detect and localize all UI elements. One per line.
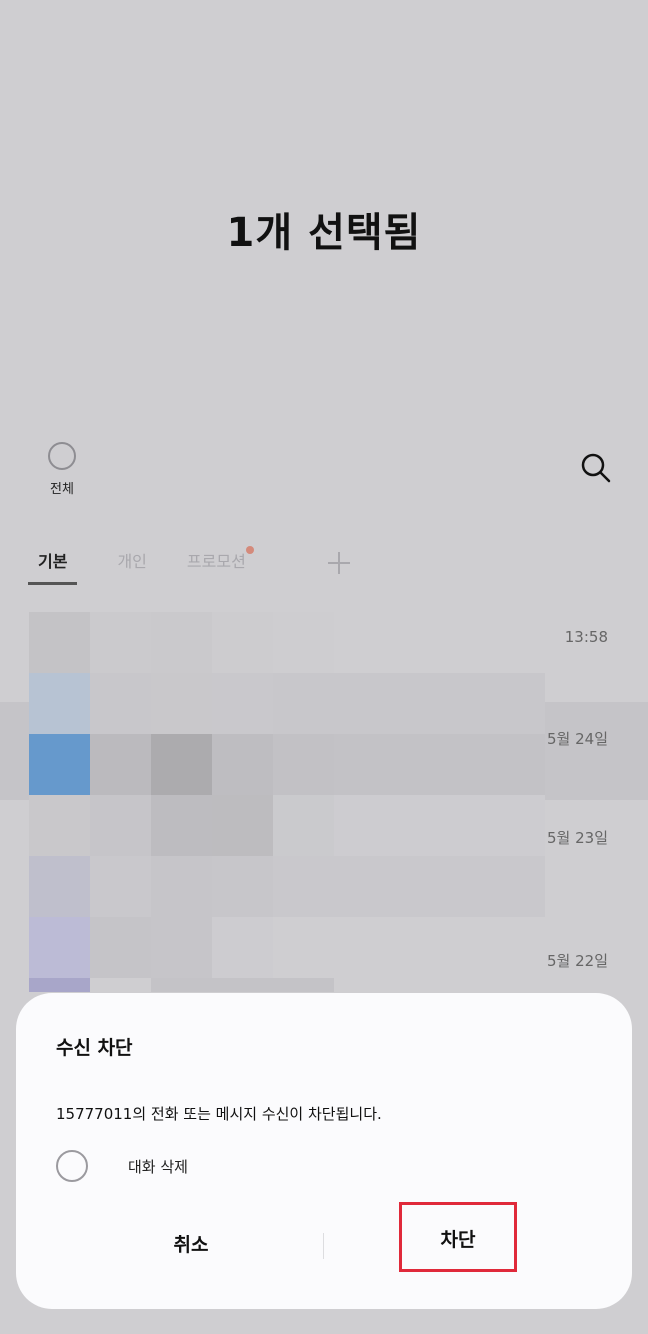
pixelated-conversation-list <box>29 612 545 992</box>
search-icon <box>581 453 611 483</box>
conversation-time: 5월 24일 <box>547 730 608 748</box>
new-badge-dot <box>245 546 254 554</box>
dialog-title: 수신 차단 <box>56 1037 133 1059</box>
dialog-message: 15777011의 전화 또는 메시지 수신이 차단됩니다. <box>56 1105 382 1123</box>
cancel-button[interactable]: 취소 <box>116 1225 266 1265</box>
tab-basic-label: 기본 <box>38 552 68 571</box>
conversation-time: 13:58 <box>564 628 608 646</box>
delete-conversation-label[interactable]: 대화 삭제 <box>128 1156 188 1177</box>
select-all-label: 전체 <box>50 482 74 497</box>
button-divider <box>323 1233 324 1259</box>
select-all-checkbox[interactable] <box>48 442 76 470</box>
page-title: 1개 선택됨 <box>226 210 422 256</box>
delete-conversation-checkbox[interactable] <box>56 1150 88 1182</box>
category-tabs: 기본 개인 프로모션 <box>28 546 286 585</box>
conversation-time: 5월 23일 <box>547 829 608 847</box>
block-button[interactable]: 차단 <box>399 1202 517 1272</box>
tab-promotion-label: 프로모션 <box>186 552 246 571</box>
conversation-time: 5월 22일 <box>547 952 608 970</box>
add-tab-button[interactable] <box>326 550 352 576</box>
search-button[interactable] <box>578 450 614 486</box>
tab-personal-label: 개인 <box>117 552 147 571</box>
block-dialog: 수신 차단 15777011의 전화 또는 메시지 수신이 차단됩니다. 대화 … <box>16 993 632 1309</box>
tab-promotion[interactable]: 프로모션 <box>186 546 254 582</box>
select-all-toggle[interactable]: 전체 <box>40 442 84 497</box>
tab-basic[interactable]: 기본 <box>28 548 78 585</box>
plus-icon <box>328 552 350 574</box>
tab-personal[interactable]: 개인 <box>117 548 146 582</box>
